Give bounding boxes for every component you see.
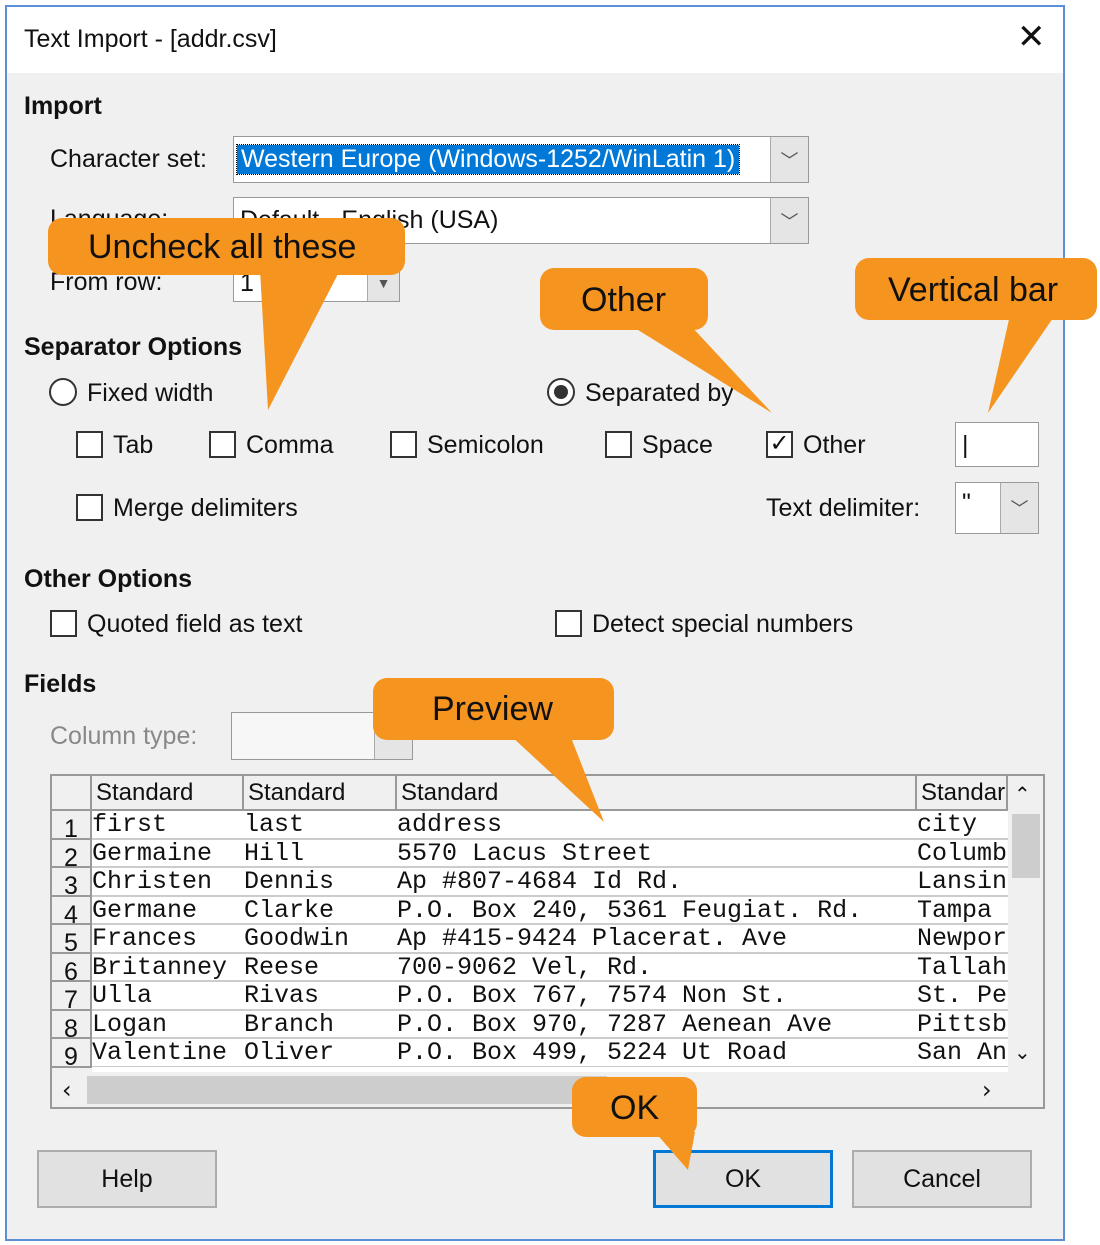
- callout-shapes: [48, 218, 1097, 1170]
- callout-preview-tail: [510, 735, 604, 822]
- callout-preview: Preview: [432, 690, 553, 728]
- callout-vertical-bar: Vertical bar: [888, 271, 1059, 309]
- callout-uncheck: Uncheck all these: [88, 228, 357, 266]
- callout-vbar-tail: [988, 315, 1055, 413]
- callout-uncheck-tail: [260, 270, 340, 410]
- callout-other-tail: [630, 325, 772, 413]
- callout-ok: OK: [610, 1089, 660, 1127]
- callout-ok-tail: [655, 1132, 695, 1170]
- callout-other: Other: [581, 281, 667, 319]
